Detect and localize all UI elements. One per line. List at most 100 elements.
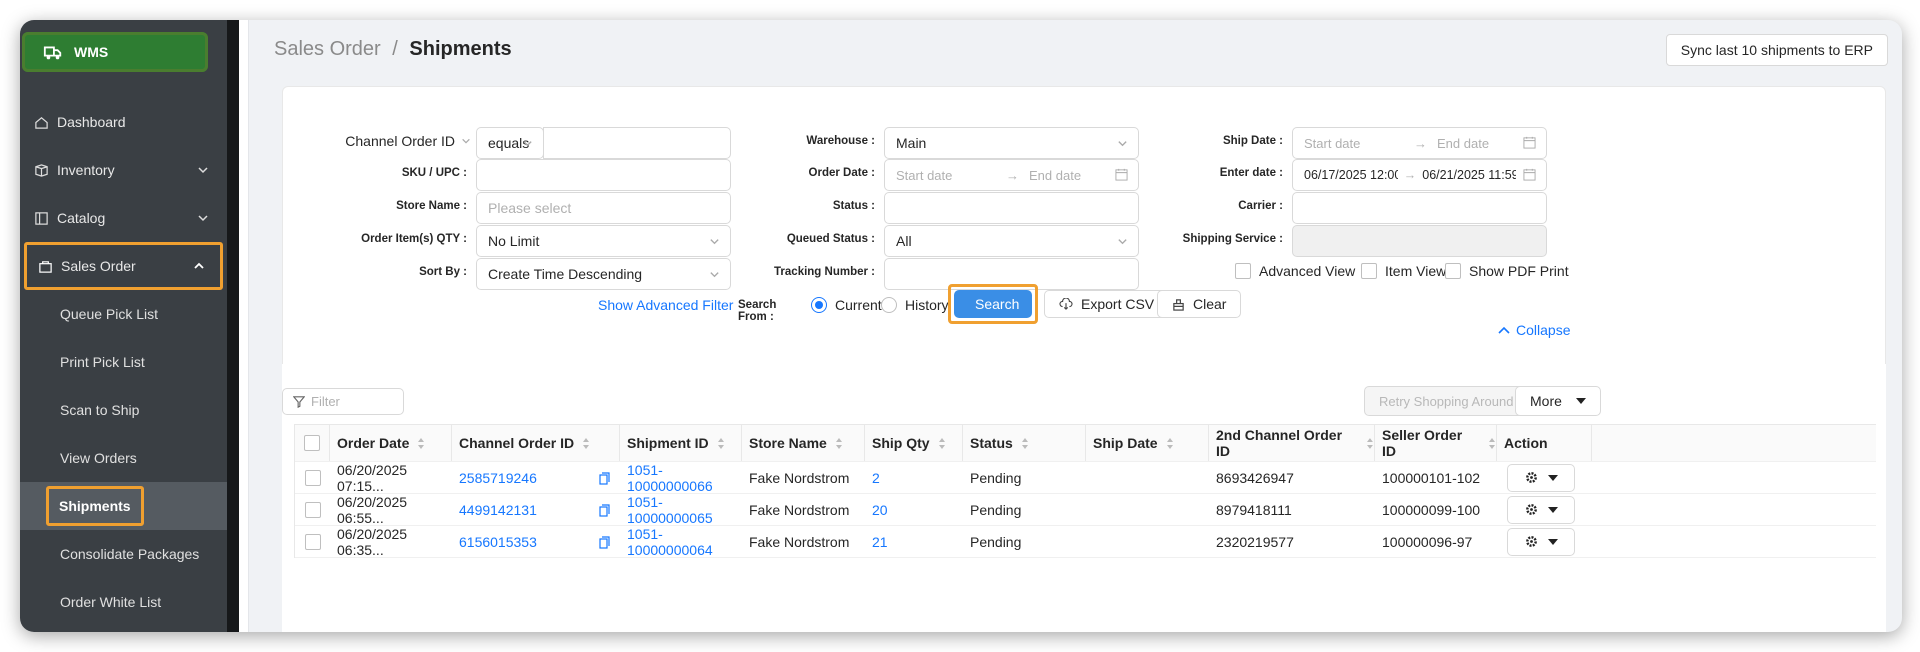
radio-button[interactable]: [811, 297, 827, 313]
sidebar-sub-shipments[interactable]: Shipments: [20, 482, 227, 530]
export-csv-button[interactable]: Export CSV: [1044, 290, 1170, 318]
cell-shipment-id[interactable]: 1051-10000000066: [620, 462, 742, 494]
sidebar-scrollbar[interactable]: [227, 20, 239, 632]
radio-button[interactable]: [881, 297, 897, 313]
filter-icon: [293, 395, 305, 408]
col-shipment-id[interactable]: Shipment ID: [620, 425, 742, 461]
sidebar-item-catalog[interactable]: Catalog: [20, 194, 227, 242]
cell-ship-qty[interactable]: 2: [865, 462, 963, 493]
table-row[interactable]: 06/20/2025 06:35... 6156015353 1051-1000…: [295, 526, 1876, 558]
row-checkbox[interactable]: [304, 469, 321, 486]
sku-input[interactable]: [476, 159, 731, 191]
shipping-service-label: Shipping Service :: [1182, 233, 1283, 245]
sync-erp-button[interactable]: Sync last 10 shipments to ERP: [1665, 34, 1888, 66]
cell-ship-qty[interactable]: 21: [865, 526, 963, 557]
app-logo[interactable]: WMS: [22, 32, 208, 72]
column-label: Ship Date: [1093, 435, 1158, 451]
copy-icon[interactable]: [599, 472, 610, 485]
sidebar-item-sales-order[interactable]: Sales Order: [24, 242, 223, 290]
sidebar-item-dashboard[interactable]: Dashboard: [20, 98, 227, 146]
shipping-service-select[interactable]: [1292, 225, 1547, 257]
sidebar-sub-consolidate-packages[interactable]: Consolidate Packages: [20, 530, 227, 578]
carrier-label: Carrier :: [1238, 200, 1283, 212]
col-ship-qty[interactable]: Ship Qty: [865, 425, 963, 461]
row-checkbox[interactable]: [304, 533, 321, 550]
cell-ship-qty[interactable]: 20: [865, 494, 963, 525]
cell-shipment-id[interactable]: 1051-10000000064: [620, 526, 742, 558]
row-select-cell: [295, 494, 330, 525]
clear-button[interactable]: Clear: [1157, 290, 1242, 318]
search-from-label: Search From :: [738, 299, 777, 323]
more-button[interactable]: More: [1515, 386, 1601, 416]
show-advanced-filter-link[interactable]: Show Advanced Filter: [598, 297, 733, 313]
sidebar-sub-view-orders[interactable]: View Orders: [20, 434, 227, 482]
carrier-select[interactable]: [1292, 192, 1547, 224]
radio-history[interactable]: History: [881, 297, 949, 313]
chevron-up-icon: [1498, 326, 1510, 334]
ship-date-range[interactable]: Start date → End date: [1292, 127, 1547, 159]
checkbox-box[interactable]: [1361, 263, 1377, 279]
col-status[interactable]: Status: [963, 425, 1086, 461]
row-checkbox[interactable]: [304, 501, 321, 518]
filter-input[interactable]: Filter: [282, 388, 404, 415]
checkbox-box[interactable]: [1445, 263, 1461, 279]
checkbox-box[interactable]: [1235, 263, 1251, 279]
column-label: Status: [970, 435, 1013, 451]
col-seller-order-id[interactable]: Seller Order ID: [1375, 425, 1497, 461]
show-pdf-print-checkbox[interactable]: Show PDF Print: [1445, 263, 1569, 279]
cell-store-name: Fake Nordstrom: [749, 501, 850, 518]
col-store-name[interactable]: Store Name: [742, 425, 865, 461]
sidebar-sub-queue-pick-list[interactable]: Queue Pick List: [20, 290, 227, 338]
retry-shopping-around-button[interactable]: Retry Shopping Around: [1364, 386, 1529, 416]
warehouse-select[interactable]: Main: [884, 127, 1139, 159]
export-csv-label: Export CSV: [1081, 296, 1155, 312]
column-label: 2nd Channel Order ID: [1216, 427, 1343, 459]
col-ship-date[interactable]: Ship Date: [1086, 425, 1209, 461]
select-all-checkbox[interactable]: [304, 435, 320, 451]
channel-order-id-label[interactable]: Channel Order ID: [323, 133, 471, 149]
sidebar-sub-scan-to-ship[interactable]: Scan to Ship: [20, 386, 227, 434]
cell-seller-order-id: 100000099-100: [1382, 501, 1481, 518]
channel-order-id-input[interactable]: [543, 127, 731, 159]
col-order-date[interactable]: Order Date: [330, 425, 452, 461]
column-label: Action: [1504, 435, 1548, 451]
col-channel-order-id[interactable]: Channel Order ID: [452, 425, 620, 461]
channel-order-link[interactable]: 2585719246: [459, 470, 537, 486]
enter-date-range[interactable]: 06/17/2025 12:00:0 → 06/21/2025 11:59:5: [1292, 159, 1547, 191]
action-dropdown-button[interactable]: [1507, 495, 1575, 524]
sort-select[interactable]: Create Time Descending: [476, 258, 731, 290]
advanced-view-checkbox[interactable]: Advanced View: [1235, 263, 1355, 279]
sort-icon: [1166, 437, 1173, 449]
channel-order-id-text: Channel Order ID: [345, 133, 455, 149]
sidebar-sub-label: Shipments: [46, 486, 144, 526]
table-row[interactable]: 06/20/2025 06:55... 4499142131 1051-1000…: [295, 494, 1876, 526]
channel-order-link[interactable]: 6156015353: [459, 534, 537, 550]
copy-icon[interactable]: [599, 536, 610, 549]
channel-order-link[interactable]: 4499142131: [459, 502, 537, 518]
cell-shipment-id[interactable]: 1051-10000000065: [620, 494, 742, 526]
row-select-cell: [295, 526, 330, 557]
qty-select[interactable]: No Limit: [476, 225, 731, 257]
breadcrumb-parent[interactable]: Sales Order: [274, 38, 381, 60]
channel-order-operator-select[interactable]: equals: [476, 127, 544, 159]
action-dropdown-button[interactable]: [1507, 463, 1575, 492]
status-select[interactable]: [884, 192, 1139, 224]
sidebar-item-label: Dashboard: [57, 114, 126, 130]
order-date-range[interactable]: Start date → End date: [884, 159, 1139, 191]
store-name-select[interactable]: Please select: [476, 192, 731, 224]
sidebar-sub-order-white-list[interactable]: Order White List: [20, 578, 227, 626]
copy-icon[interactable]: [599, 504, 610, 517]
item-view-checkbox[interactable]: Item View: [1361, 263, 1446, 279]
table-row[interactable]: 06/20/2025 07:15... 2585719246 1051-1000…: [295, 462, 1876, 494]
sidebar-sub-label: Consolidate Packages: [60, 546, 200, 562]
sidebar-sub-print-pick-list[interactable]: Print Pick List: [20, 338, 227, 386]
queued-status-select[interactable]: All: [884, 225, 1139, 257]
radio-current[interactable]: Current: [811, 297, 882, 313]
home-icon: [35, 116, 48, 129]
action-dropdown-button[interactable]: [1507, 527, 1575, 556]
sidebar-item-inventory[interactable]: Inventory: [20, 146, 227, 194]
search-button[interactable]: Search: [954, 290, 1032, 318]
collapse-link[interactable]: Collapse: [1498, 322, 1570, 338]
col-2nd-channel-order-id[interactable]: 2nd Channel Order ID: [1209, 425, 1375, 461]
box-icon: [35, 163, 48, 177]
